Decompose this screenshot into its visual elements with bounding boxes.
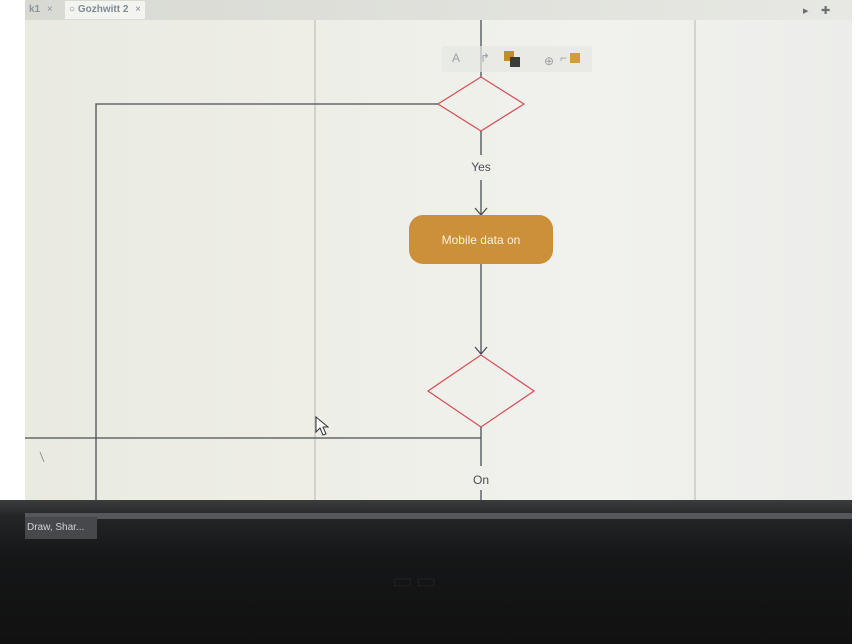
shape-context-toolbar: A ↱ ⊕ ⌐ xyxy=(442,46,592,72)
yes-label: Yes xyxy=(471,160,491,174)
taskbar-item[interactable]: Draw, Shar... xyxy=(25,517,97,539)
on-label: On xyxy=(473,473,489,487)
photo-right-margin xyxy=(852,0,868,644)
process-node-label: Mobile data on xyxy=(442,233,521,247)
mouse-cursor-icon xyxy=(315,416,329,436)
editor-screen: k1 × ○ Gozhwitt 2 × ▸ ✚ Yes Mobile data … xyxy=(25,0,852,500)
line-color-icon[interactable] xyxy=(510,57,520,67)
monitor-logo: ▭▭ xyxy=(392,568,440,593)
link-icon[interactable]: ⊕ xyxy=(544,54,554,68)
flowchart-canvas: Yes Mobile data on On xyxy=(25,20,696,500)
connector[interactable] xyxy=(95,103,438,500)
decision-shape[interactable] xyxy=(426,354,536,428)
connector-tool-icon[interactable]: ↱ xyxy=(480,51,490,65)
taskbar-strip xyxy=(25,513,852,519)
text-tool-icon[interactable]: A xyxy=(452,51,460,65)
shape-style-icon[interactable] xyxy=(570,53,580,63)
decision-shape[interactable] xyxy=(436,76,526,132)
taskbar: Draw, Shar... ▭▭ xyxy=(0,500,852,644)
style-icon[interactable]: ⌐ xyxy=(560,51,567,65)
stray-mark xyxy=(39,451,45,463)
